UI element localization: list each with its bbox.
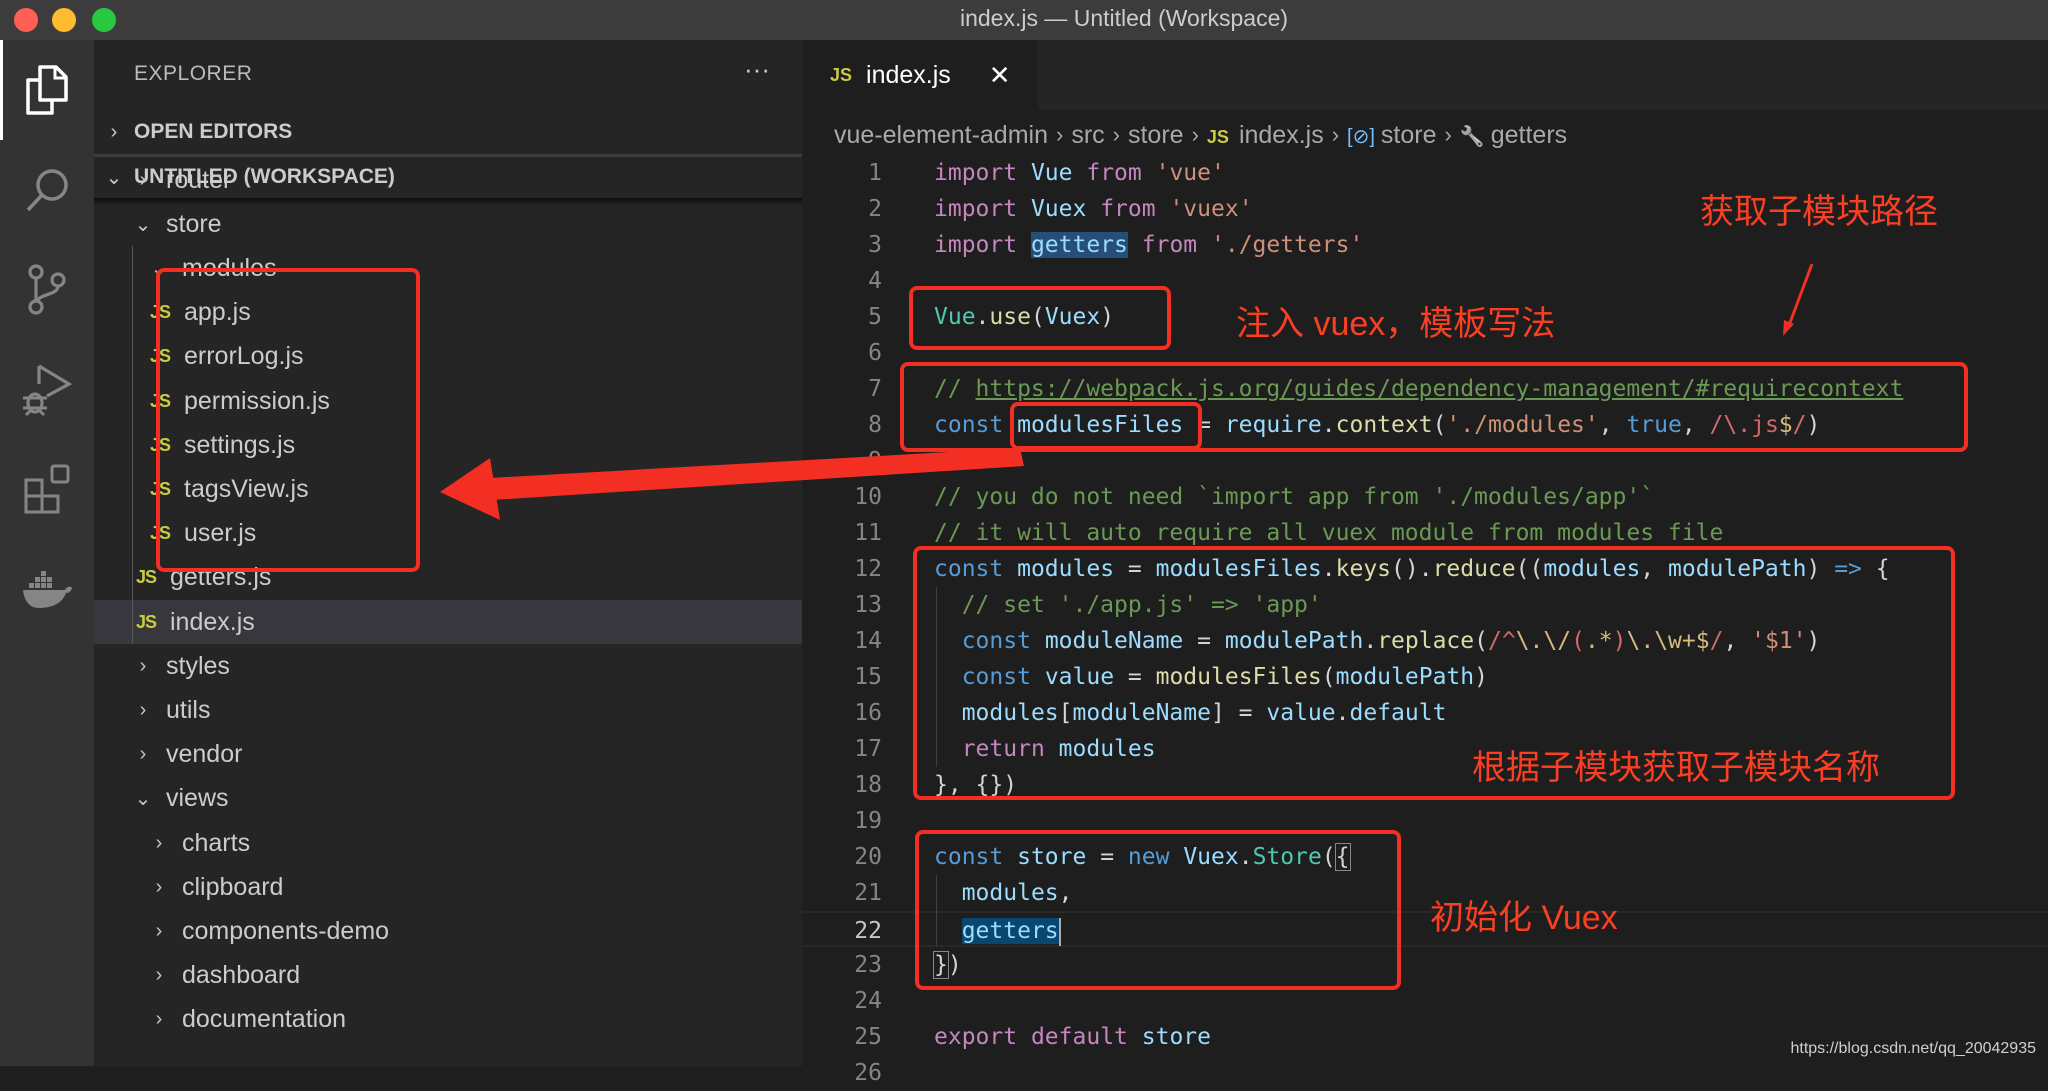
small-arrow [1783,263,1814,336]
big-arrow [440,448,1024,520]
annotation-arrows [440,263,1814,520]
